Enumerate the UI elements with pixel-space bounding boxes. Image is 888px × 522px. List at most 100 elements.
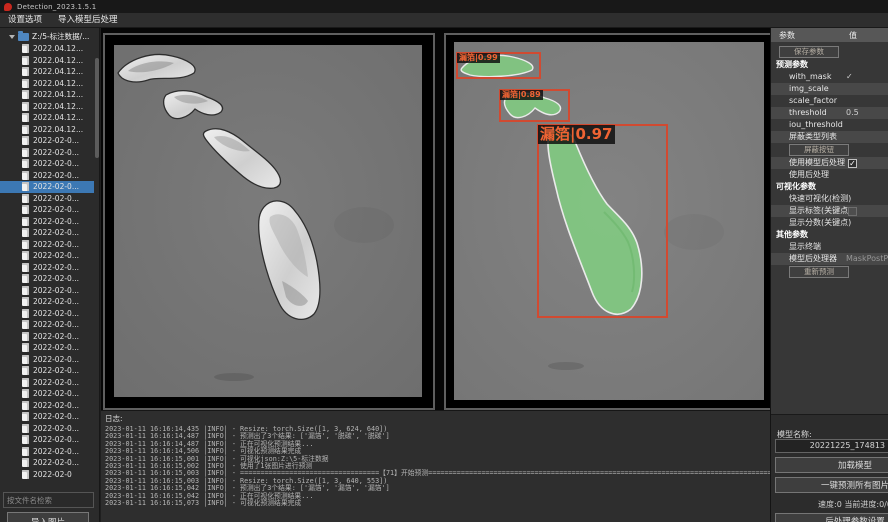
file-icon (22, 125, 29, 134)
params-col-value: 值 (849, 30, 857, 41)
tree-item[interactable]: 2022.04.12... (0, 112, 94, 124)
file-icon (22, 136, 29, 145)
tree-item[interactable]: 2022-02-0... (0, 135, 94, 147)
param-name: 屏蔽类型列表 (789, 131, 837, 143)
detection-label: 漏箔|0.99 (457, 53, 500, 63)
detection-bbox: 漏箔|0.99 (456, 52, 541, 79)
param-button-row: 屏蔽按钮 (771, 143, 888, 157)
tree-item-label: 2022-02-0... (33, 240, 79, 249)
param-name: 显示标签(关键点) (789, 205, 851, 217)
tree-item[interactable]: 2022-02-0... (0, 400, 94, 412)
tree-item-label: 2022.04.12... (33, 44, 83, 53)
menu-import-model-postprocess[interactable]: 导入模型后处理 (50, 13, 126, 28)
tree-item-label: 2022-02-0... (33, 343, 79, 352)
file-icon (22, 182, 29, 191)
param-button[interactable]: 重新预测 (789, 266, 849, 278)
tree-item-label: 2022.04.12... (33, 125, 83, 134)
tree-item[interactable]: 2022.04.12... (0, 43, 94, 55)
tree-item[interactable]: 2022-02-0... (0, 147, 94, 159)
tree-item-label: 2022-02-0... (33, 389, 79, 398)
file-icon (22, 470, 29, 479)
load-model-button[interactable]: 加载模型 (775, 457, 888, 473)
chevron-down-icon[interactable] (9, 35, 15, 39)
predict-all-button[interactable]: 一键预测所有图片 (775, 477, 888, 493)
tree-item[interactable]: 2022-02-0... (0, 331, 94, 343)
param-button[interactable]: 屏蔽按钮 (789, 144, 849, 156)
title-bar: Detection_2023.1.5.1 (0, 0, 888, 13)
param-name: 显示分数(关键点) (789, 217, 851, 229)
tree-item[interactable]: 2022-02-0... (0, 285, 94, 297)
tree-item[interactable]: 2022-02-0 (0, 469, 94, 481)
tree-item[interactable]: 2022-02-0... (0, 423, 94, 435)
param-row: with_mask ✓ (771, 71, 888, 83)
tree-item[interactable]: 2022.04.12... (0, 78, 94, 90)
tree-item-label: 2022-02-0... (33, 171, 79, 180)
tree-item[interactable]: 2022-02-0... (0, 158, 94, 170)
tree-item[interactable]: 2022-02-0... (0, 354, 94, 366)
model-panel: 模型名称: 20221225_174813 加载模型 一键预测所有图片 速度:0… (771, 414, 888, 522)
tree-item[interactable]: 2022.04.12... (0, 89, 94, 101)
tree-item[interactable]: 2022-02-0... (0, 365, 94, 377)
tree-item[interactable]: 2022-02-0... (0, 273, 94, 285)
tree-item[interactable]: 2022-02-0... (0, 319, 94, 331)
tree-item[interactable]: 2022-02-0... (0, 457, 94, 469)
param-row: iou_threshold (771, 119, 888, 131)
param-button-row: 保存参数 (771, 45, 888, 59)
tree-item[interactable]: 2022-02-0... (0, 239, 94, 251)
tree-item[interactable]: 2022-02-0... (0, 342, 94, 354)
params-table-rows: 保存参数预测参数with_mask✓img_scalescale_factort… (771, 42, 888, 279)
param-checkbox[interactable]: ✓ (848, 159, 857, 168)
param-section-header: 可视化参数 (771, 181, 888, 193)
file-icon (22, 251, 29, 260)
file-icon (22, 113, 29, 122)
param-checkbox[interactable] (848, 207, 857, 216)
tree-item-label: 2022-02-0... (33, 159, 79, 168)
tree-item-label: 2022-02-0... (33, 435, 79, 444)
param-button[interactable]: 保存参数 (779, 46, 839, 58)
param-value[interactable]: 0.5 (846, 107, 859, 119)
tree-item-label: 2022-02-0... (33, 228, 79, 237)
param-value[interactable]: MaskPostPro (846, 253, 888, 265)
tree-item[interactable]: 2022.04.12... (0, 55, 94, 67)
tree-item[interactable]: 2022-02-0... (0, 388, 94, 400)
tree-item[interactable]: 2022-02-0... (0, 170, 94, 182)
tree-item[interactable]: 2022-02-0... (0, 308, 94, 320)
tree-item[interactable]: 2022-02-0... (0, 204, 94, 216)
tree-item[interactable]: 2022-02-0... (0, 193, 94, 205)
tree-scrollbar[interactable] (95, 58, 99, 158)
file-icon (22, 79, 29, 88)
file-icon (22, 171, 29, 180)
search-input[interactable] (3, 492, 94, 508)
postprocess-params-button[interactable]: 后处理参数设置 (775, 513, 888, 522)
tree-item[interactable]: 2022-02-0... (0, 446, 94, 458)
tree-item[interactable]: 2022.04.12... (0, 124, 94, 136)
file-icon (22, 274, 29, 283)
original-image-panel (103, 33, 435, 410)
tree-item[interactable]: 2022.04.12... (0, 101, 94, 113)
tree-item[interactable]: 2022-02-0... (0, 250, 94, 262)
param-value[interactable]: ✓ (846, 71, 853, 83)
param-name: 显示终端 (789, 241, 821, 253)
file-icon (22, 412, 29, 421)
tree-root[interactable]: Z:/5-标注数据/... (0, 30, 94, 43)
detection-label: 漏箔|0.97 (538, 125, 615, 144)
tree-item[interactable]: 2022-02-0... (0, 181, 94, 193)
menu-settings[interactable]: 设置选项 (0, 13, 50, 28)
prediction-image-panel: 漏箔|0.99漏箔|0.89漏箔|0.97 (444, 33, 775, 410)
tree-item[interactable]: 2022-02-0... (0, 262, 94, 274)
tree-item[interactable]: 2022-02-0... (0, 411, 94, 423)
import-images-button[interactable]: 导入图片 (7, 512, 89, 522)
tree-item-label: 2022-02-0... (33, 251, 79, 260)
model-name-field[interactable]: 20221225_174813 (775, 439, 888, 453)
tree-item-label: 2022.04.12... (33, 102, 83, 111)
tree-item[interactable]: 2022.04.12... (0, 66, 94, 78)
tree-item[interactable]: 2022-02-0... (0, 377, 94, 389)
param-row: 快速可视化(检测) (771, 193, 888, 205)
tree-item[interactable]: 2022-02-0... (0, 227, 94, 239)
tree-item[interactable]: 2022-02-0... (0, 434, 94, 446)
detection-bbox: 漏箔|0.97 (537, 124, 668, 318)
tree-item[interactable]: 2022-02-0... (0, 216, 94, 228)
tree-item[interactable]: 2022-02-0... (0, 296, 94, 308)
param-name: with_mask (789, 71, 831, 83)
file-icon (22, 90, 29, 99)
